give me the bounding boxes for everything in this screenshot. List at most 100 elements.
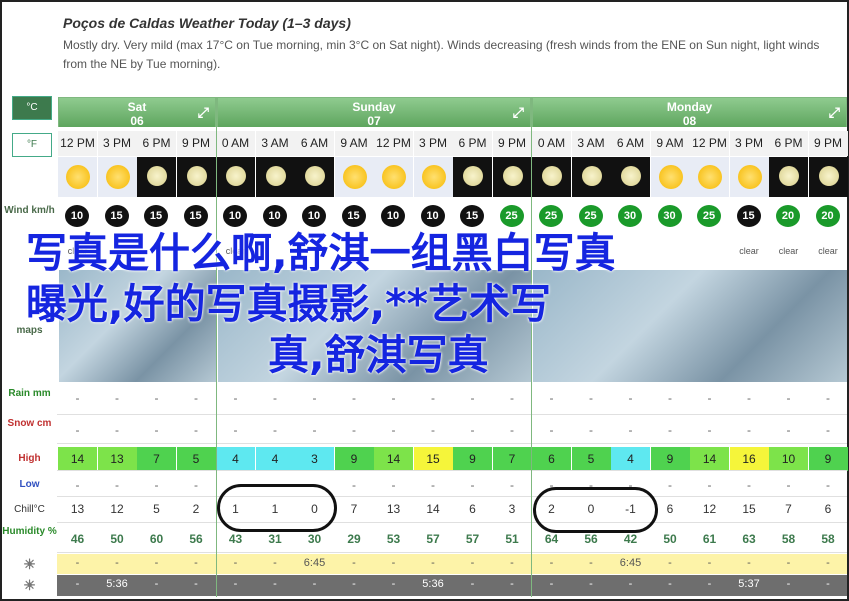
hour-label: 6 PM xyxy=(137,131,176,156)
overlay-line: 写真是什么啊,舒淇一组黑白写真 xyxy=(26,229,616,277)
sunset-time: - xyxy=(786,578,791,590)
sunrise-time: 6:45 xyxy=(303,557,326,569)
humidity-label: Humidity % xyxy=(2,526,57,537)
high-temp-value: 7 xyxy=(492,447,532,471)
day-header-sat[interactable]: Sat 06 ⤢ xyxy=(58,97,216,128)
hour-label: 9 AM xyxy=(650,131,690,156)
rain-value: - xyxy=(75,391,80,405)
hour-label: 12 PM xyxy=(58,131,97,156)
wind-label: Wind km/h xyxy=(4,205,55,216)
wind-speed-badge: 30 xyxy=(657,205,682,227)
rain-value: - xyxy=(233,391,238,405)
chill-value: 14 xyxy=(426,502,440,516)
sky-cell xyxy=(611,157,650,197)
sky-cell xyxy=(58,157,97,197)
moon-icon xyxy=(581,166,602,186)
sunrise-time: - xyxy=(826,557,830,569)
low-temp-value: - xyxy=(826,478,830,492)
humidity-value: 53 xyxy=(386,532,401,546)
snow-value: - xyxy=(115,423,119,437)
day-header-monday[interactable]: Monday 08 ⤢ xyxy=(532,97,847,128)
sky-cell xyxy=(216,157,255,197)
chill-label: Chill°C xyxy=(14,504,45,515)
sunrise-time: - xyxy=(589,557,593,569)
sunset-time: - xyxy=(549,578,554,590)
high-temp-value: 5 xyxy=(571,447,611,471)
sky-cell xyxy=(374,157,413,197)
expand-icon[interactable]: ⤢ xyxy=(513,105,524,119)
hour-label: 3 AM xyxy=(255,131,295,156)
sky-cell xyxy=(650,157,690,197)
low-temp-value: - xyxy=(786,478,791,492)
high-temp-value: 9 xyxy=(453,447,492,471)
high-temp-value: 9 xyxy=(650,447,690,471)
high-label: High xyxy=(18,453,41,464)
sky-cell xyxy=(255,157,295,197)
row-divider xyxy=(57,470,847,471)
forecast-title: Poços de Caldas Weather Today (1–3 days) xyxy=(63,15,351,31)
expand-icon[interactable]: ⤢ xyxy=(829,105,840,119)
humidity-value: 57 xyxy=(465,532,480,546)
sun-icon xyxy=(382,165,406,189)
sunset-time: - xyxy=(707,578,712,590)
sky-cell xyxy=(413,157,453,197)
wind-speed-badge: 10 xyxy=(420,205,445,227)
moon-icon xyxy=(305,166,325,186)
high-temp-value: 4 xyxy=(216,447,255,471)
celsius-button[interactable]: °C xyxy=(12,96,52,120)
sun-icon xyxy=(737,165,762,189)
sky-cell xyxy=(334,157,374,197)
wind-speed-badge: 15 xyxy=(341,205,366,227)
chill-value: 2 xyxy=(192,502,200,516)
expand-icon[interactable]: ⤢ xyxy=(198,105,209,119)
sunset-time: 5:36 xyxy=(422,578,444,590)
day-name: Monday xyxy=(666,100,713,114)
moon-icon xyxy=(502,166,523,186)
sunrise-time: - xyxy=(510,557,514,569)
low-temp-value: - xyxy=(154,478,159,492)
chill-value: 7 xyxy=(350,502,358,516)
annotation-circle xyxy=(533,487,658,533)
wind-speed-badge: 10 xyxy=(381,205,405,227)
low-temp-value: - xyxy=(391,478,396,492)
sky-cell xyxy=(453,157,492,197)
wind-speed-badge: 15 xyxy=(104,205,129,227)
humidity-value: 50 xyxy=(110,532,124,546)
annotation-circle xyxy=(217,484,337,532)
sunrise-time: - xyxy=(75,557,80,569)
high-temp-value: 10 xyxy=(769,447,808,471)
low-temp-value: - xyxy=(668,478,672,492)
moon-icon xyxy=(542,166,562,186)
snow-value: - xyxy=(628,423,633,437)
wind-speed-badge: 20 xyxy=(815,205,840,227)
chill-value: 12 xyxy=(702,502,717,516)
rain-value: - xyxy=(312,391,317,405)
wind-speed-badge: 10 xyxy=(65,205,89,227)
day-header-sunday[interactable]: Sunday 07 ⤢ xyxy=(217,97,531,128)
sky-cell xyxy=(571,157,611,197)
high-temp-value: 3 xyxy=(295,447,334,471)
hour-label: 3 PM xyxy=(729,131,769,156)
humidity-value: 46 xyxy=(70,532,85,546)
chill-value: 3 xyxy=(508,502,516,516)
moon-icon xyxy=(818,166,839,186)
chill-value: 6 xyxy=(824,502,832,516)
sky-cell xyxy=(492,157,532,197)
rain-label: Rain mm xyxy=(8,388,51,399)
snow-value: - xyxy=(786,423,791,437)
wind-speed-badge: 25 xyxy=(499,205,524,227)
sunset-time: - xyxy=(826,578,830,590)
hour-label: 12 PM xyxy=(690,131,729,156)
moon-icon xyxy=(265,166,286,186)
moon-icon xyxy=(621,166,641,186)
fahrenheit-button[interactable]: °F xyxy=(12,133,52,157)
row-divider xyxy=(57,496,847,497)
rain-value: - xyxy=(510,391,514,405)
rain-value: - xyxy=(115,391,119,405)
snow-value: - xyxy=(273,423,277,437)
wind-speed-badge: 20 xyxy=(776,205,800,227)
hour-label: 3 PM xyxy=(413,131,453,156)
humidity-value: 51 xyxy=(505,532,519,546)
humidity-value: 50 xyxy=(663,532,677,546)
low-temp-value: - xyxy=(75,478,80,492)
